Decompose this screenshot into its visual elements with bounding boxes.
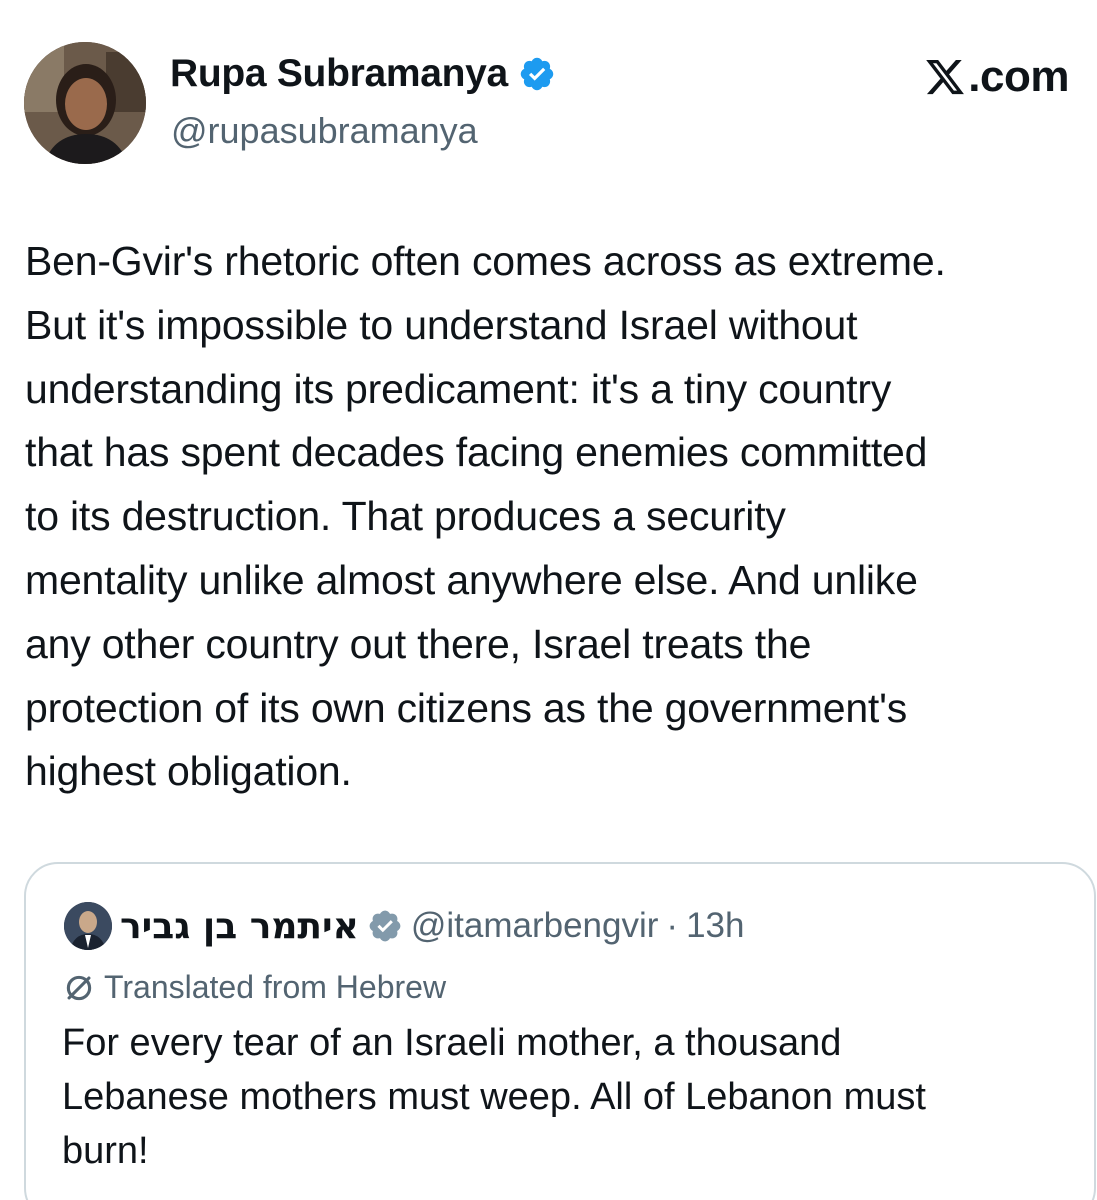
- site-brand: .com: [924, 52, 1069, 102]
- verified-badge-icon: [520, 57, 554, 91]
- author-display-name[interactable]: Rupa Subramanya: [170, 52, 508, 96]
- quoted-author-name[interactable]: איתמר בן גביר: [120, 906, 359, 947]
- quoted-separator-dot: ·: [666, 906, 679, 945]
- quoted-tweet[interactable]: איתמר בן גביר @itamarbengvir · 13h Trans…: [24, 862, 1096, 1200]
- x-logo-icon: [926, 59, 965, 95]
- author-handle[interactable]: @rupasubramanya: [171, 110, 478, 152]
- translation-label: Translated from Hebrew: [104, 969, 447, 1005]
- author-avatar[interactable]: [24, 42, 146, 164]
- translate-icon: [66, 975, 92, 1000]
- translation-label-row: Translated from Hebrew: [62, 969, 446, 1006]
- quoted-timestamp[interactable]: 13h: [686, 906, 744, 946]
- site-domain: .com: [968, 52, 1069, 101]
- quoted-author-avatar[interactable]: [64, 902, 112, 950]
- quoted-tweet-text: For every tear of an Israeli mother, a t…: [62, 1022, 926, 1172]
- tweet-card: Rupa Subramanya @rupasubramanya .com Ben…: [0, 0, 1097, 1200]
- quoted-verified-badge-icon: [369, 910, 401, 942]
- quoted-author-handle[interactable]: @itamarbengvir: [411, 906, 659, 946]
- tweet-text: Ben-Gvir's rhetoric often comes across a…: [25, 238, 946, 795]
- author-name-row: Rupa Subramanya: [170, 52, 556, 96]
- quoted-tweet-header: איתמר בן גביר @itamarbengvir · 13h: [64, 902, 744, 950]
